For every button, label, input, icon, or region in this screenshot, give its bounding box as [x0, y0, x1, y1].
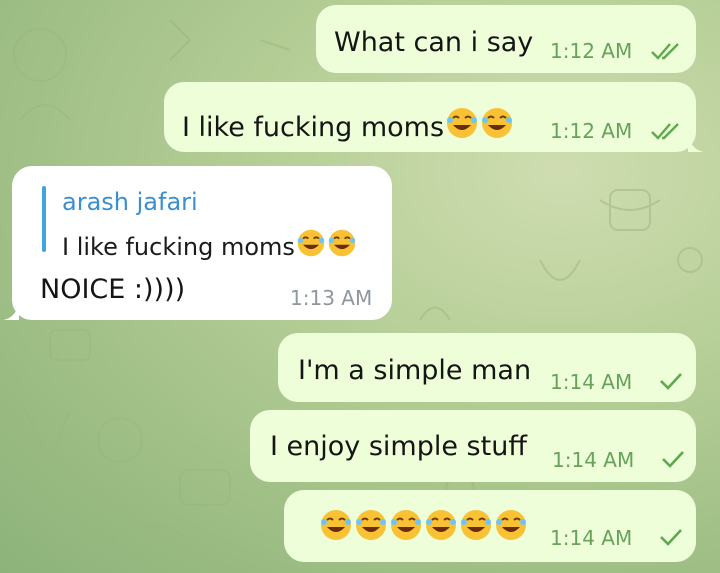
message-time: 1:12 AM [550, 39, 633, 63]
laughing-emoji-icon [426, 510, 456, 540]
laughing-emoji-icon [461, 510, 491, 540]
message-time: 1:14 AM [550, 370, 633, 394]
laughing-emoji-icon [447, 108, 478, 138]
single-check-icon [660, 373, 682, 390]
outgoing-message[interactable]: I like fucking moms 1:12 AM [164, 82, 704, 152]
outgoing-message[interactable]: What can i say 1:12 AM [316, 5, 696, 73]
outgoing-message[interactable]: 1:14 AM [284, 490, 696, 562]
laughing-emoji-icon [391, 510, 421, 540]
single-check-icon [662, 451, 684, 468]
bubble-tail [688, 136, 704, 152]
reply-quote-content: I like fucking moms [62, 233, 295, 261]
reply-quote-text: I like fucking moms [62, 228, 357, 259]
message-time: 1:12 AM [550, 119, 633, 143]
single-check-icon [660, 529, 682, 546]
message-text: I like fucking moms [182, 106, 514, 141]
laughing-emoji-icon [482, 108, 513, 138]
message-text: What can i say [334, 27, 534, 58]
bubble-tail [3, 304, 19, 320]
message-text: I enjoy simple stuff [270, 431, 527, 462]
outgoing-message[interactable]: I enjoy simple stuff 1:14 AM [250, 410, 696, 482]
message-text: NOICE :)))) [40, 274, 186, 305]
message-text: I'm a simple man [298, 355, 532, 386]
emoji-row [318, 508, 528, 543]
double-check-icon [651, 123, 679, 140]
laughing-emoji-icon [321, 510, 351, 540]
laughing-emoji-icon [356, 510, 386, 540]
message-text-content: I like fucking moms [182, 112, 445, 143]
outgoing-message[interactable]: I'm a simple man 1:14 AM [278, 333, 696, 402]
laughing-emoji-icon [328, 229, 356, 257]
message-time: 1:13 AM [290, 286, 373, 310]
double-check-icon [651, 43, 679, 60]
message-time: 1:14 AM [550, 526, 633, 550]
reply-quote-bar [42, 186, 46, 252]
incoming-message[interactable]: arash jafari I like fucking moms NOICE :… [3, 166, 392, 320]
reply-author[interactable]: arash jafari [62, 190, 198, 214]
laughing-emoji-icon [496, 510, 526, 540]
laughing-emoji-icon [297, 229, 325, 257]
message-time: 1:14 AM [552, 448, 635, 472]
